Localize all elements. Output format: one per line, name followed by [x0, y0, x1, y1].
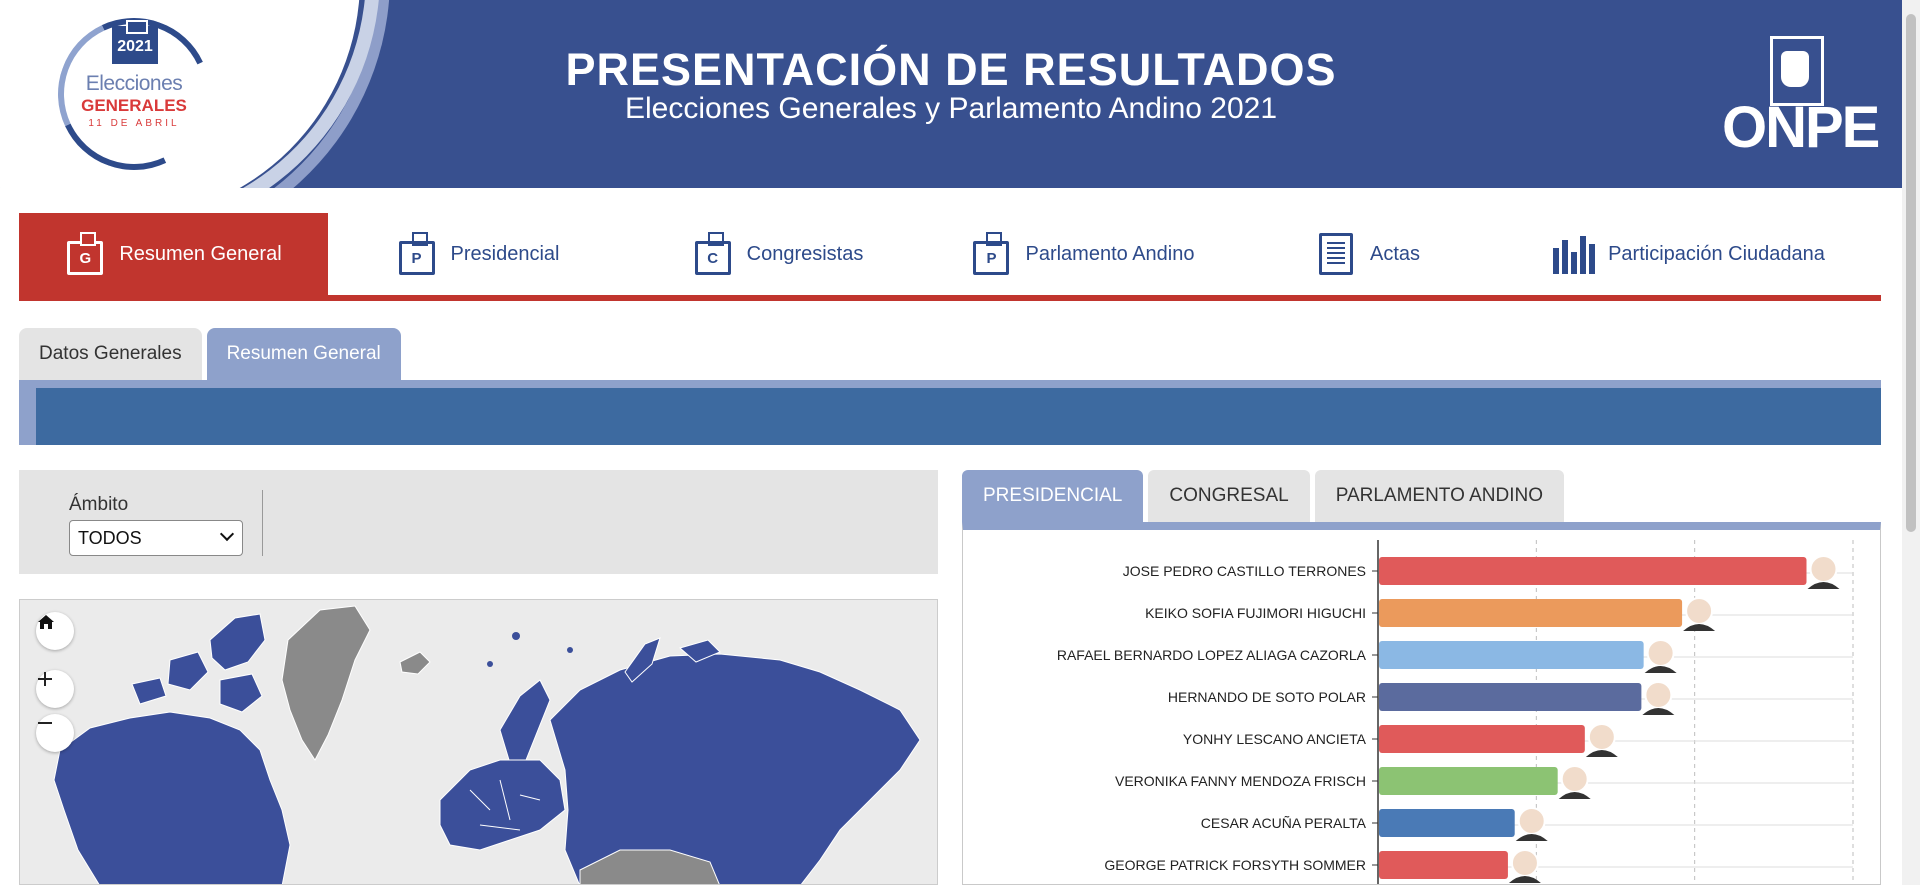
ambito-select[interactable]: TODOS — [69, 520, 243, 556]
chart-bar — [1379, 599, 1683, 627]
map-region-iceland — [399, 651, 431, 675]
nav-congresistas[interactable]: C Congresistas — [628, 213, 928, 295]
document-icon — [1316, 233, 1356, 275]
page-subtitle: Elecciones Generales y Parlamento Andino… — [624, 92, 1278, 125]
tab-presidencial[interactable]: PRESIDENCIAL — [962, 470, 1144, 522]
results-tabs: PRESIDENCIAL CONGRESAL PARLAMENTO ANDINO — [962, 470, 1564, 522]
chart-bar — [1379, 557, 1807, 585]
map-region-canada-islands — [219, 673, 263, 713]
map-zoom-out-button[interactable] — [36, 714, 74, 752]
map-region-europe — [439, 759, 566, 851]
map-region-canada-islands — [131, 677, 167, 705]
chart-category-label: VERONIKA FANNY MENDOZA FRISCH — [1115, 773, 1366, 789]
map-region-canada-islands — [167, 651, 209, 691]
candidate-photo — [1646, 639, 1675, 667]
scrollbar-thumb[interactable] — [1906, 14, 1916, 532]
map-home-button[interactable] — [36, 612, 74, 650]
nav-actas[interactable]: Actas — [1238, 213, 1498, 295]
candidate-photo — [1560, 765, 1589, 793]
map-region-islands — [487, 661, 493, 667]
ambito-label: Ámbito — [69, 494, 129, 515]
candidate-photo-body — [1644, 666, 1677, 673]
home-icon — [38, 615, 54, 629]
chart-category-label: KEIKO SOFIA FUJIMORI HIGUCHI — [1145, 605, 1366, 621]
map-zoom-in-button[interactable] — [36, 670, 74, 708]
candidate-photo-body — [1683, 624, 1716, 631]
ambito-selected-value: TODOS — [78, 527, 142, 548]
chart-bar — [1379, 767, 1558, 795]
chart-category-label: CESAR ACUÑA PERALTA — [1201, 815, 1367, 831]
chart-bar — [1379, 725, 1585, 753]
sub-tabs: Datos Generales Resumen General — [19, 328, 401, 380]
map-region-scandinavia — [499, 679, 551, 771]
nav-participacion-ciudadana[interactable]: Participación Ciudadana — [1498, 213, 1881, 295]
onpe-logo: ONPE — [1722, 34, 1882, 160]
header-banner: 2021 Elecciones GENERALES 11 DE ABRIL PR… — [0, 0, 1902, 188]
nav-label: Presidencial — [450, 242, 560, 265]
nav-label: Participación Ciudadana — [1608, 242, 1825, 265]
map-region-north-america — [53, 711, 291, 884]
candidate-photo — [1587, 723, 1616, 751]
chart-bar — [1379, 641, 1644, 669]
chart-bar — [1379, 809, 1515, 837]
nav-label: Congresistas — [746, 242, 864, 265]
presidential-results-chart: JOSE PEDRO CASTILLO TERRONES KEIKO SOFIA … — [1057, 540, 1854, 884]
page-scrollbar[interactable] — [1902, 0, 1920, 885]
bar-chart-icon — [1553, 234, 1596, 274]
candidate-photo-body — [1642, 708, 1675, 715]
world-map[interactable] — [19, 599, 938, 885]
plus-icon — [38, 672, 52, 686]
nav-label: Actas — [1369, 242, 1421, 265]
candidate-photo — [1809, 555, 1838, 583]
candidate-photo-body — [1558, 792, 1591, 799]
nav-parlamento-andino[interactable]: P Parlamento Andino — [928, 213, 1238, 295]
ballot-c-icon: C — [693, 232, 733, 275]
nav-label: Resumen General — [119, 242, 282, 265]
chart-category-label: HERNANDO DE SOTO POLAR — [1168, 689, 1366, 705]
map-region-russia — [549, 653, 921, 884]
minus-icon — [38, 722, 52, 724]
tab-congresal[interactable]: CONGRESAL — [1148, 470, 1310, 522]
tab-datos-generales[interactable]: Datos Generales — [19, 328, 202, 380]
world-map-svg — [53, 605, 921, 884]
page: 2021 Elecciones GENERALES 11 DE ABRIL PR… — [0, 0, 1920, 885]
tab-resumen-general[interactable]: Resumen General — [206, 328, 401, 380]
tab-parlamento-andino[interactable]: PARLAMENTO ANDINO — [1314, 470, 1564, 522]
sub-tab-panel — [19, 380, 1881, 445]
candidate-photo — [1510, 849, 1539, 877]
candidate-photo-body — [1807, 582, 1840, 589]
map-region-greenland — [281, 605, 371, 761]
candidate-photo — [1517, 807, 1546, 835]
chart-bar — [1379, 683, 1642, 711]
chart-bar — [1379, 851, 1508, 879]
filter-panel: Ámbito TODOS — [19, 470, 938, 574]
filter-divider — [262, 490, 263, 556]
map-region-islands — [567, 647, 573, 653]
chart-category-label: JOSE PEDRO CASTILLO TERRONES — [1123, 563, 1366, 579]
map-region-canada-islands — [209, 613, 266, 671]
chevron-down-icon — [219, 526, 235, 542]
nav-label: Parlamento Andino — [1025, 242, 1195, 265]
main-nav: G Resumen General P Presidencial C Congr… — [19, 213, 1881, 301]
chart-category-label: YONHY LESCANO ANCIETA — [1183, 731, 1367, 747]
chart-category-label: GEORGE PATRICK FORSYTH SOMMER — [1104, 857, 1366, 873]
candidate-photo-body — [1515, 834, 1548, 841]
page-title: PRESENTACIÓN DE RESULTADOS — [565, 44, 1337, 95]
ballot-p-icon: P — [971, 232, 1011, 275]
results-panel: JOSE PEDRO CASTILLO TERRONES KEIKO SOFIA … — [962, 522, 1881, 885]
chart-category-label: RAFAEL BERNARDO LOPEZ ALIAGA CAZORLA — [1057, 647, 1367, 663]
candidate-photo — [1685, 597, 1714, 625]
map-region-islands — [512, 632, 520, 640]
nav-resumen-general[interactable]: G Resumen General — [19, 213, 328, 295]
candidate-photo-body — [1585, 750, 1618, 757]
ballot-p-icon: P — [397, 232, 437, 275]
sub-tab-panel-content — [36, 388, 1881, 445]
onpe-logo-text: ONPE — [1722, 95, 1880, 160]
ballot-g-icon: G — [65, 232, 105, 275]
nav-presidencial[interactable]: P Presidencial — [328, 213, 628, 295]
candidate-photo — [1644, 681, 1673, 709]
